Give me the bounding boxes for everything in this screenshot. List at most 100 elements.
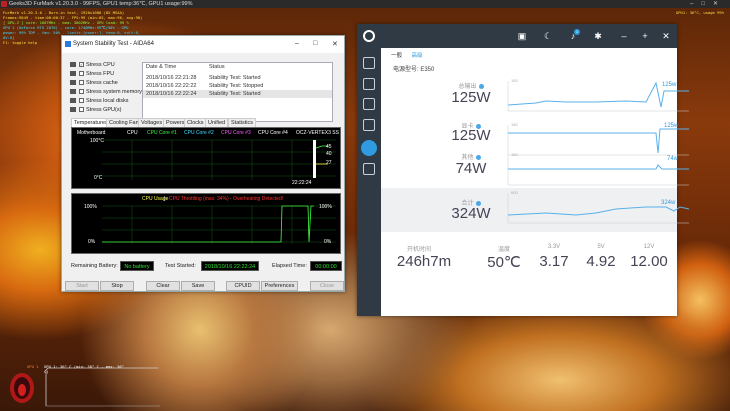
sidebar-gamepad-icon[interactable]: [363, 98, 375, 110]
gear-icon[interactable]: ✱: [593, 31, 603, 41]
log-header-time: Date & Time: [146, 64, 177, 70]
log-time: 2018/10/16 22:22:22: [146, 83, 197, 89]
temperature-graph: Motherboard CPU CPU Core #1 CPU Core #2 …: [71, 127, 341, 189]
usage-right-top: 100%: [319, 204, 332, 210]
check-stress-fpu[interactable]: Stress FPU: [70, 71, 114, 79]
minimize-button[interactable]: –: [295, 40, 299, 47]
notification-badge: 1: [574, 29, 580, 35]
check-stress-memory[interactable]: Stress system memory: [70, 89, 142, 97]
tab-temperatures[interactable]: Temperatures: [71, 118, 111, 127]
check-stress-disks[interactable]: Stress local disks: [70, 98, 129, 106]
temp-val: 45: [326, 144, 332, 150]
rail-12v-label: 12V: [643, 244, 655, 250]
memory-icon: [70, 89, 76, 95]
power-chart: [507, 193, 690, 224]
tab-unified[interactable]: Unified: [205, 118, 229, 127]
aida64-title: System Stability Test - AIDA64: [73, 41, 154, 47]
table-row[interactable]: 2018/10/16 22:22:22 Stability Test: Stopp…: [143, 82, 332, 90]
furmark-logo: [10, 373, 34, 403]
tab-general[interactable]: 一般: [391, 53, 402, 59]
preferences-button[interactable]: Preferences: [261, 281, 298, 291]
test-started-value: 2018/10/16 22:22:24: [201, 261, 259, 271]
checkbox[interactable]: [79, 89, 84, 95]
cpuid-button[interactable]: CPUID: [226, 281, 260, 291]
check-label: Stress cache: [86, 80, 118, 86]
legend-core3: CPU Core #3: [221, 130, 251, 136]
furmark-title: Geeks3D FurMark v1.20.3.0 - 99FPS, GPU1 …: [9, 1, 193, 7]
sidebar-psu-icon[interactable]: [363, 163, 375, 175]
table-row-selected[interactable]: 2018/10/16 22:22:24 Stability Test: Start…: [143, 90, 332, 98]
maximize-button[interactable]: □: [313, 40, 317, 47]
furmark-window-controls[interactable]: –□✕: [690, 0, 726, 8]
aida64-stability-window: System Stability Test - AIDA64 – □ ✕ ✓ St…: [61, 35, 345, 292]
checkbox[interactable]: [79, 71, 84, 77]
legend-core1: CPU Core #1: [147, 130, 177, 136]
check-stress-cache[interactable]: Stress cache: [70, 80, 118, 88]
checkbox-checked[interactable]: ✓: [79, 62, 84, 68]
start-button[interactable]: Start: [65, 281, 99, 291]
cache-icon: [70, 80, 76, 86]
rail-5v-label: 5V: [597, 244, 605, 250]
close-button[interactable]: Close: [310, 281, 344, 291]
check-label: Stress FPU: [86, 71, 115, 77]
checkbox[interactable]: [79, 80, 84, 86]
uptime-value: 246h7m: [396, 253, 452, 270]
rail-3v3-label: 3.3V: [547, 244, 561, 250]
checkbox[interactable]: [79, 98, 84, 104]
power-monitor-window: ▣ ☾ ♪ 1 ✱ – + ✕ 一般 高级 电源型号: E350 总输出 125…: [357, 24, 690, 316]
stop-button[interactable]: Stop: [100, 281, 134, 291]
sidebar-monitor-icon[interactable]: [363, 119, 375, 131]
temp-label: 温度: [497, 247, 510, 253]
camera-icon[interactable]: ▣: [517, 31, 527, 41]
table-row[interactable]: 2018/10/16 22:21:28 Stability Test: Start…: [143, 74, 332, 82]
device-name: 电源型号: E350: [393, 67, 435, 73]
temp-val: 27: [326, 160, 332, 166]
legend-cpu: CPU: [127, 130, 138, 136]
power-row-output: 总输出 125W 150 125w: [381, 76, 689, 120]
tab-clocks[interactable]: Clocks: [184, 118, 207, 127]
chart-ymax: 150: [511, 152, 518, 157]
tab-advanced[interactable]: 高级: [412, 53, 423, 59]
sidebar-devices-icon[interactable]: [363, 78, 375, 90]
log-header-status: Status: [209, 64, 225, 70]
legend-core2: CPU Core #2: [184, 130, 214, 136]
sidebar-dashboard-icon[interactable]: [363, 57, 375, 69]
cpu-usage-graph: CPU Usage | CPU Throttling (max: 34%) - …: [71, 193, 341, 254]
chart-label: 125w: [664, 123, 679, 129]
moon-icon[interactable]: ☾: [543, 31, 553, 41]
battery-label: Remaining Battery:: [71, 263, 118, 269]
temp-axis-top: 100°C: [90, 138, 104, 144]
power-chart: [507, 155, 689, 186]
battery-value: No battery: [120, 261, 154, 271]
plus-icon[interactable]: +: [640, 31, 650, 41]
elapsed-value: 00:00:00: [310, 261, 342, 271]
minimize-icon[interactable]: –: [619, 31, 629, 41]
close-icon[interactable]: ✕: [661, 31, 671, 41]
power-row-total: 合计 324W 600 324w: [381, 188, 690, 232]
check-label: Stress CPU: [86, 62, 115, 68]
temp-axis-bottom: 0°C: [94, 175, 103, 181]
tab-voltages[interactable]: Voltages: [138, 118, 166, 127]
log-status: Stability Test: Started: [209, 75, 261, 81]
check-label: Stress local disks: [86, 98, 129, 104]
gpu-icon: [70, 107, 76, 113]
log-status: Stability Test: Started: [209, 91, 261, 97]
save-button[interactable]: Save: [181, 281, 215, 291]
tab-statistics[interactable]: Statistics: [228, 118, 257, 127]
log-time: 2018/10/16 22:21:28: [146, 75, 197, 81]
legend-ssd: OCZ-VERTEX3 SS: [296, 130, 339, 136]
log-status: Stability Test: Stopped: [209, 83, 264, 89]
close-window-button[interactable]: ✕: [332, 40, 338, 48]
monitor-sidebar: [357, 48, 381, 316]
log-time: 2018/10/16 22:22:24: [146, 91, 197, 97]
checkbox[interactable]: [79, 107, 84, 113]
check-stress-cpu[interactable]: ✓ Stress CPU: [70, 62, 115, 70]
app-logo-icon: [363, 30, 375, 42]
disk-icon: [70, 98, 76, 104]
sidebar-power-icon[interactable]: [361, 140, 377, 156]
check-stress-gpu[interactable]: Stress GPU(s): [70, 107, 121, 115]
aida64-title-bar: System Stability Test - AIDA64 – □ ✕: [62, 36, 344, 53]
clear-button[interactable]: Clear: [146, 281, 180, 291]
rail-5v-value: 4.92: [586, 253, 616, 270]
usage-plot: [102, 205, 336, 244]
